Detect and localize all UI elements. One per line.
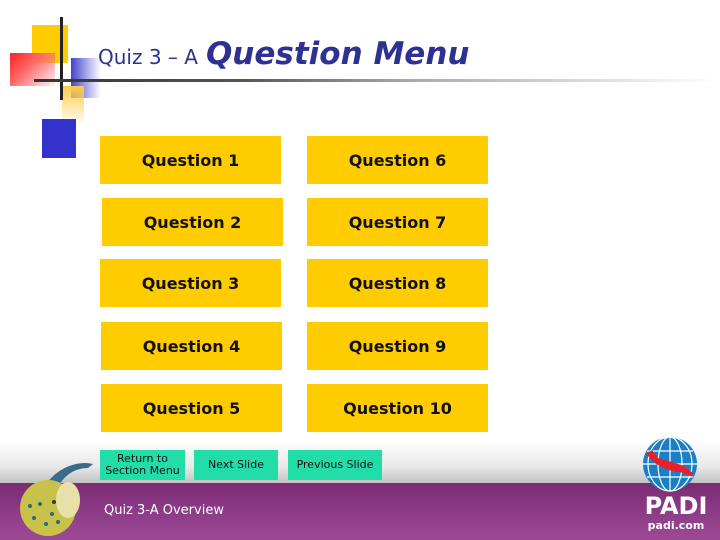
title-underline <box>34 79 720 82</box>
question-10-button[interactable]: Question 10 <box>307 384 488 432</box>
fish-eye <box>52 500 56 504</box>
question-1-button[interactable]: Question 1 <box>100 136 281 184</box>
quiz-overview-link[interactable]: Quiz 3-A Overview <box>104 503 224 518</box>
padi-url-text: padi.com <box>648 519 705 532</box>
title-prefix: Quiz 3 – A <box>98 45 198 69</box>
padi-logo-text: PADI <box>645 492 708 520</box>
question-4-button[interactable]: Question 4 <box>101 322 282 370</box>
fish-illustration <box>20 462 93 536</box>
title-main: Question Menu <box>205 36 470 72</box>
return-label-line2: Section Menu <box>105 464 180 477</box>
question-3-button[interactable]: Question 3 <box>100 259 281 307</box>
padi-logo: PADI padi.com <box>643 436 708 532</box>
question-8-button[interactable]: Question 8 <box>307 259 488 307</box>
page-title: Quiz 3 – A Question Menu <box>98 36 469 72</box>
question-2-button[interactable]: Question 2 <box>102 198 283 246</box>
decor-yellow-fade-square <box>62 86 84 122</box>
question-5-button[interactable]: Question 5 <box>101 384 282 432</box>
return-to-section-menu-button[interactable]: Return to Section Menu <box>100 450 185 480</box>
decor-blue-square <box>42 119 76 158</box>
next-slide-button[interactable]: Next Slide <box>194 450 278 480</box>
question-6-button[interactable]: Question 6 <box>307 136 488 184</box>
question-7-button[interactable]: Question 7 <box>307 198 488 246</box>
previous-slide-button[interactable]: Previous Slide <box>288 450 382 480</box>
fish-fin <box>56 482 80 518</box>
decor-vertical-line <box>60 17 63 100</box>
question-9-button[interactable]: Question 9 <box>307 322 488 370</box>
